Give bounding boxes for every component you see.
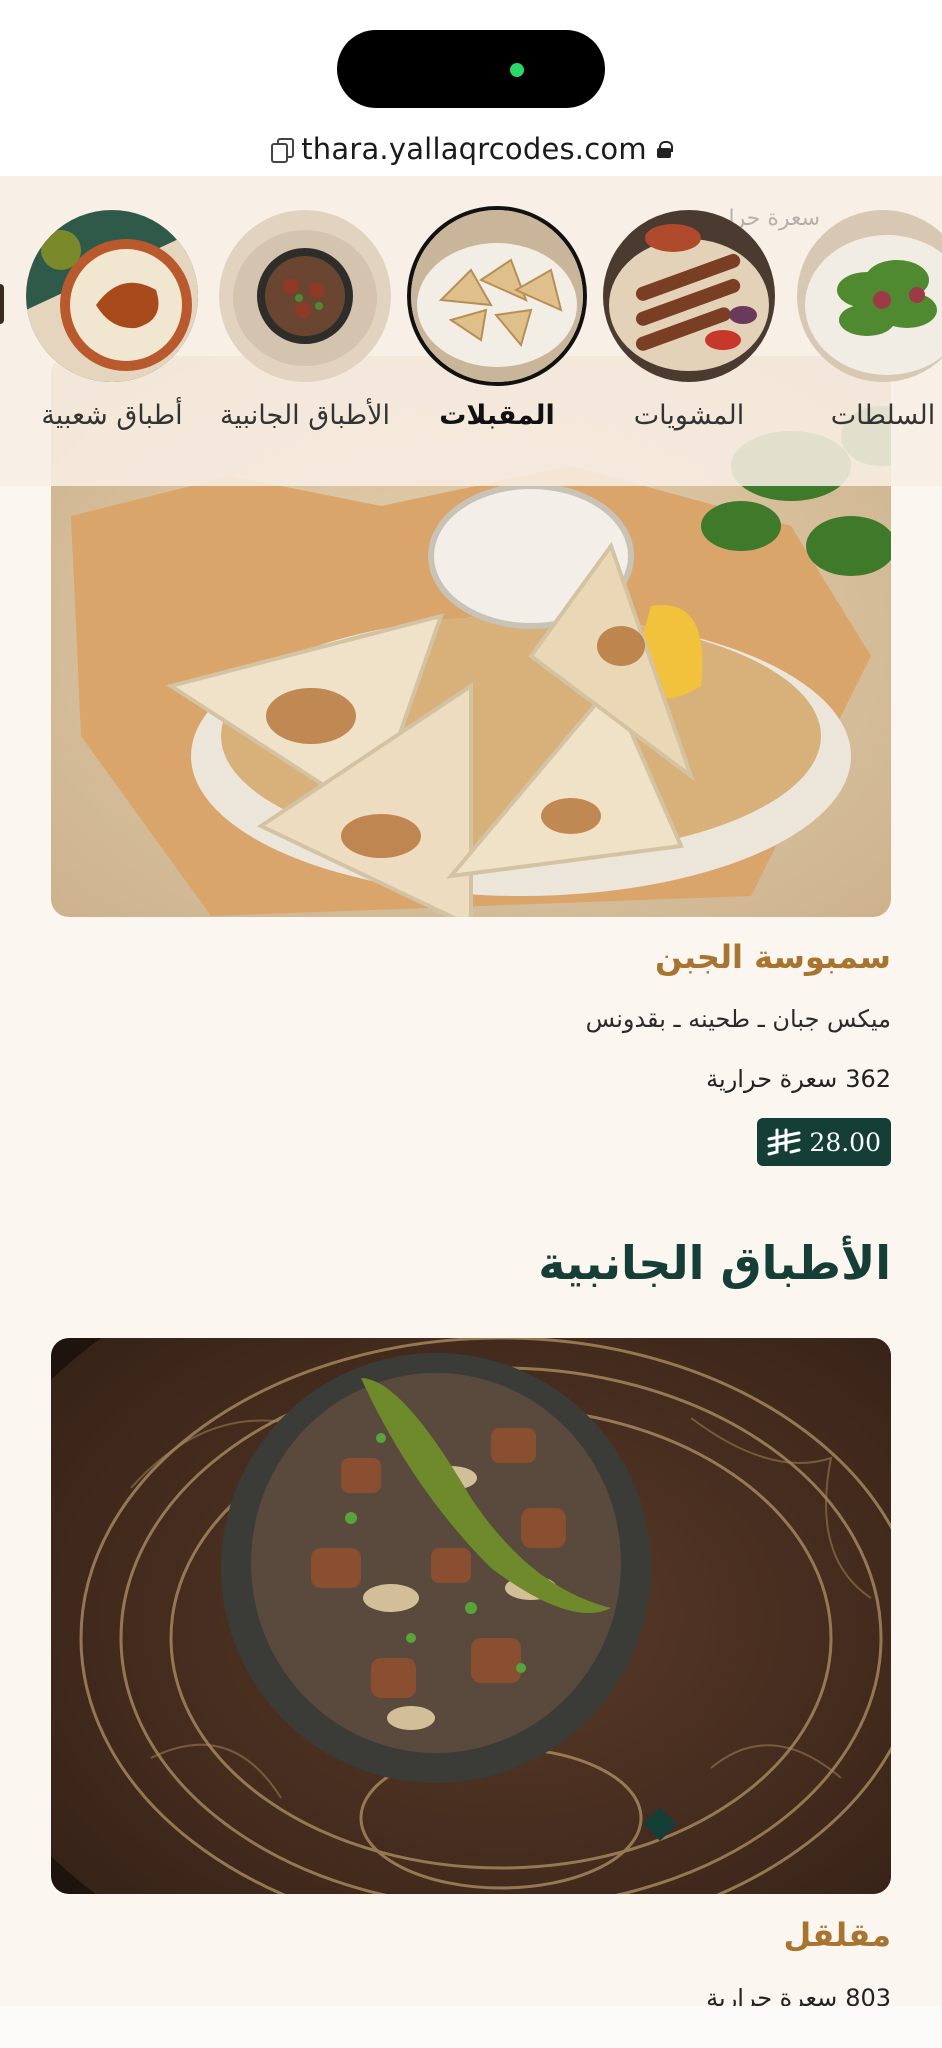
- category-popular-dishes[interactable]: أطباق شعبية: [26, 210, 198, 435]
- price-badge: 28.00: [757, 1118, 891, 1166]
- category-grills[interactable]: المشويات: [603, 210, 775, 435]
- chicken-plate-icon: [26, 210, 198, 382]
- url-bar[interactable]: thara.yallaqrcodes.com: [0, 128, 942, 170]
- dish-description: ميكس جبان ـ طحينه ـ بقدونس: [585, 1005, 891, 1033]
- dish-name[interactable]: سمبوسة الجبن: [655, 938, 891, 976]
- appetizer-plate-icon: [411, 210, 583, 382]
- category-label: الأطباق الجانبية: [220, 400, 390, 431]
- category-label: المقبلات: [439, 400, 555, 431]
- calories-unit: سعرة حرارية: [706, 1065, 838, 1093]
- copy-link-icon[interactable]: [271, 138, 295, 163]
- dynamic-island: [337, 30, 605, 108]
- side-dish-bowl-icon: [219, 210, 391, 382]
- lock-icon: [656, 141, 673, 158]
- category-appetizers[interactable]: المقبلات: [411, 210, 583, 435]
- dish-photo-maqalqal[interactable]: [51, 1338, 891, 1894]
- url-text[interactable]: thara.yallaqrcodes.com: [301, 132, 647, 166]
- dish-name[interactable]: مقلقل: [784, 1916, 892, 1954]
- browser-chrome: thara.yallaqrcodes.com: [0, 0, 942, 176]
- category-salads[interactable]: السلطات: [797, 210, 942, 435]
- calories-value: 362: [845, 1065, 891, 1093]
- category-side-dishes[interactable]: الأطباق الجانبية: [219, 210, 391, 435]
- category-overflow-indicator: [0, 284, 4, 324]
- section-heading-side-dishes: الأطباق الجانبية: [538, 1236, 891, 1290]
- category-label: أطباق شعبية: [41, 400, 183, 431]
- saudi-riyal-icon: [767, 1128, 801, 1156]
- calories-unit: سعرة حرارية: [706, 1984, 838, 2006]
- dish-calories: 803 سعرة حرارية: [706, 1984, 891, 2006]
- category-label: السلطات: [830, 400, 936, 431]
- calories-value: 803: [845, 1984, 891, 2006]
- grill-plate-icon: [603, 210, 775, 382]
- category-bar: سعرة حرارية السلطات المشويات المقبلات ال…: [0, 176, 942, 486]
- camera-indicator-icon: [510, 63, 524, 77]
- category-label: المشويات: [633, 400, 745, 431]
- dish-calories: 362 سعرة حرارية: [706, 1065, 891, 1093]
- price-value: 28.00: [809, 1127, 881, 1157]
- salad-plate-icon: [797, 210, 942, 382]
- bottom-bar: [0, 2006, 942, 2048]
